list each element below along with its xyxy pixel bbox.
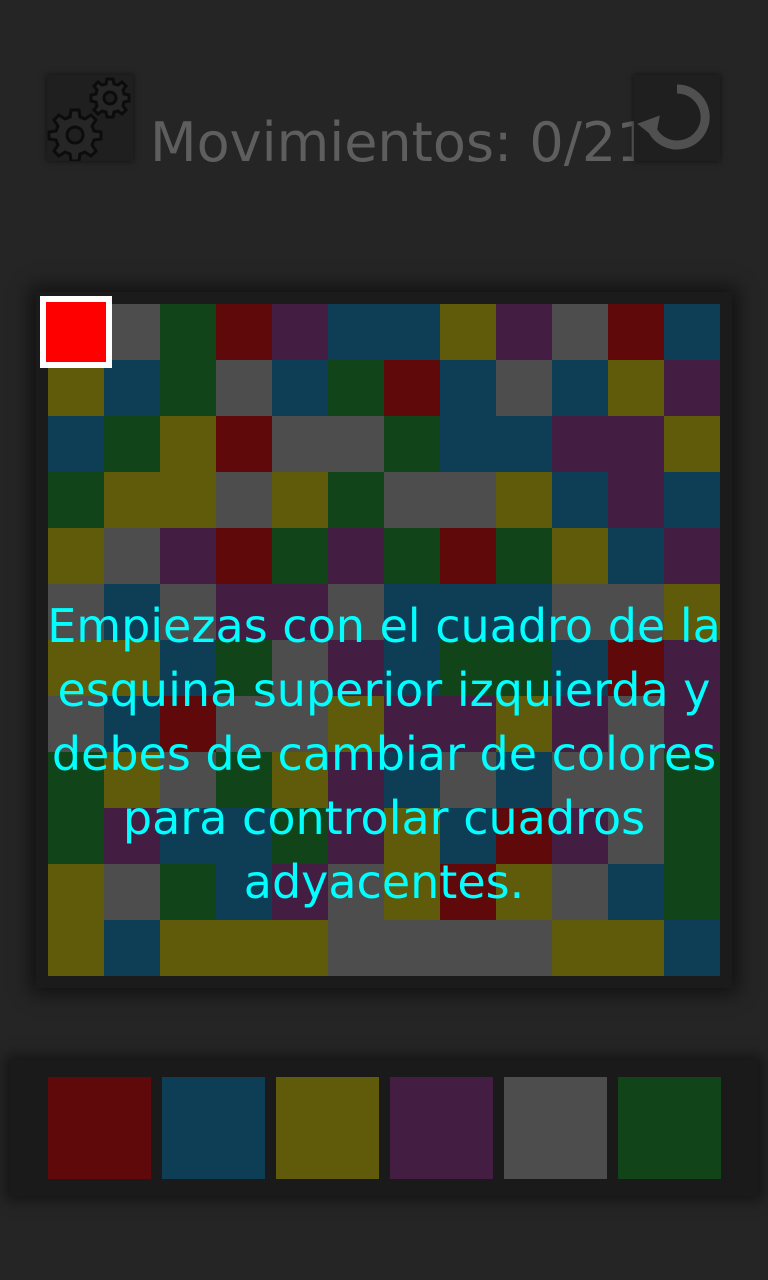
- board-cell: [440, 472, 496, 528]
- board-cell: [160, 360, 216, 416]
- board-cell: [608, 416, 664, 472]
- board-cell: [160, 304, 216, 360]
- board-cell: [216, 528, 272, 584]
- board-cell: [496, 920, 552, 976]
- board-cell: [272, 416, 328, 472]
- color-button-yellow[interactable]: [276, 1077, 379, 1179]
- board-cell: [328, 360, 384, 416]
- board-cell: [496, 304, 552, 360]
- board-cell: [664, 416, 720, 472]
- board-cell: [664, 920, 720, 976]
- board-cell: [608, 304, 664, 360]
- board-cell: [384, 472, 440, 528]
- board-cell: [552, 528, 608, 584]
- board-cell: [664, 304, 720, 360]
- board-cell: [552, 304, 608, 360]
- board-cell: [664, 472, 720, 528]
- color-button-purple[interactable]: [390, 1077, 493, 1179]
- tutorial-line: adyacentes.: [243, 855, 525, 909]
- board-cell: [384, 360, 440, 416]
- board-cell: [104, 528, 160, 584]
- board-cell: [328, 416, 384, 472]
- board-cell: [48, 360, 104, 416]
- board-cell: [552, 416, 608, 472]
- board-cell: [216, 416, 272, 472]
- board-cell: [48, 920, 104, 976]
- board-cell: [440, 416, 496, 472]
- board-cell: [216, 472, 272, 528]
- color-button-green[interactable]: [618, 1077, 721, 1179]
- board-cell: [440, 528, 496, 584]
- board-cell: [216, 920, 272, 976]
- board-cell: [496, 528, 552, 584]
- tutorial-line: esquina superior izquierda y: [57, 663, 711, 717]
- color-button-gray[interactable]: [504, 1077, 607, 1179]
- board-cell: [160, 920, 216, 976]
- board-cell: [384, 416, 440, 472]
- board-cell: [104, 416, 160, 472]
- board-cell: [160, 528, 216, 584]
- board-cell: [664, 360, 720, 416]
- board-cell: [272, 920, 328, 976]
- restart-button[interactable]: [634, 75, 720, 161]
- board-cell: [48, 528, 104, 584]
- board-cell: [272, 360, 328, 416]
- board-cell: [664, 528, 720, 584]
- board-cell: [328, 920, 384, 976]
- gears-icon: [47, 77, 131, 163]
- board-cell: [496, 416, 552, 472]
- tutorial-line: debes de cambiar de colores: [51, 727, 717, 781]
- current-color-marker: [40, 296, 112, 368]
- board-cell: [160, 472, 216, 528]
- board-cell: [608, 360, 664, 416]
- board-cell: [328, 528, 384, 584]
- settings-button[interactable]: [47, 75, 133, 163]
- board-cell: [272, 304, 328, 360]
- board-cell: [552, 920, 608, 976]
- board-cell: [272, 528, 328, 584]
- board-cell: [496, 360, 552, 416]
- restart-icon: [637, 84, 710, 150]
- board-cell: [272, 472, 328, 528]
- board-cell: [104, 360, 160, 416]
- board-cell: [48, 472, 104, 528]
- board-cell: [608, 472, 664, 528]
- board-cell: [440, 920, 496, 976]
- board-cell: [384, 528, 440, 584]
- board-cell: [48, 416, 104, 472]
- board-cell: [496, 472, 552, 528]
- board-cell: [440, 360, 496, 416]
- board-cell: [552, 472, 608, 528]
- color-button-blue[interactable]: [162, 1077, 265, 1179]
- board-cell: [608, 528, 664, 584]
- board-cell: [104, 304, 160, 360]
- board-cell: [216, 360, 272, 416]
- board-cell: [216, 304, 272, 360]
- color-button-red[interactable]: [48, 1077, 151, 1179]
- board-cell: [104, 472, 160, 528]
- tutorial-line: para controlar cuadros: [122, 791, 646, 845]
- board-cell: [384, 920, 440, 976]
- board-cell: [608, 920, 664, 976]
- board-cell: [328, 472, 384, 528]
- tutorial-line: Empiezas con el cuadro de la: [47, 599, 721, 653]
- board-cell: [552, 360, 608, 416]
- tutorial-text: Empiezas con el cuadro de la esquina sup…: [10, 594, 758, 914]
- board-cell: [328, 304, 384, 360]
- board-cell: [384, 304, 440, 360]
- moves-counter: Movimientos: 0/21: [150, 111, 651, 174]
- board-cell: [160, 416, 216, 472]
- board-cell: [104, 920, 160, 976]
- board-cell: [440, 304, 496, 360]
